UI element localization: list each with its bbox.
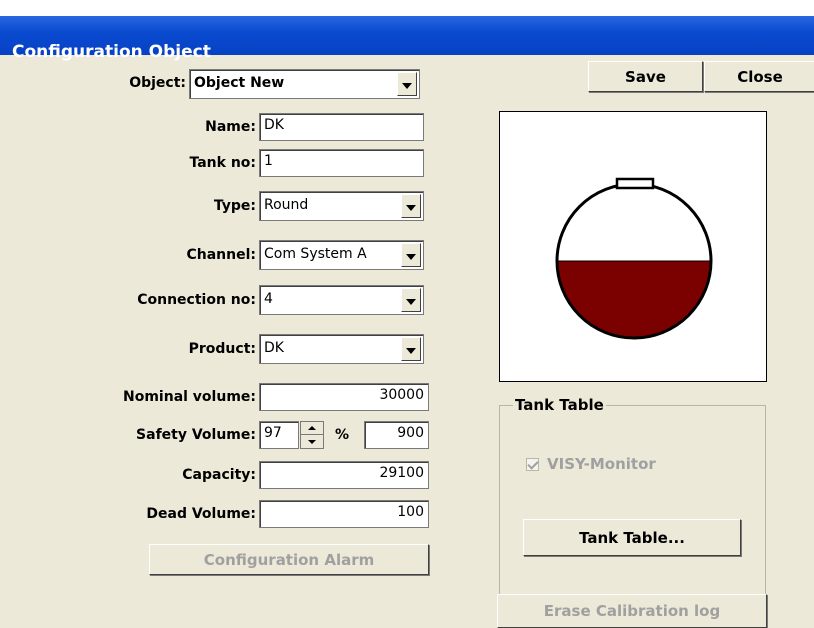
percent-unit-label: %: [334, 427, 350, 443]
erase-calibration-log-button[interactable]: Erase Calibration log: [497, 594, 767, 628]
channel-dropdown-button[interactable]: [401, 243, 421, 267]
name-label: Name:: [205, 119, 256, 135]
object-dropdown-button[interactable]: [397, 72, 417, 96]
tank-liquid: [557, 261, 711, 338]
arrow-up-icon: [308, 426, 316, 430]
visy-monitor-label: VISY-Monitor: [547, 455, 656, 473]
type-label: Type:: [213, 198, 256, 214]
channel-value: Com System A: [264, 246, 367, 262]
chevron-down-icon: [406, 204, 416, 211]
chevron-down-icon: [406, 298, 416, 305]
save-button[interactable]: Save: [588, 61, 703, 92]
safety-volume-input[interactable]: 900: [364, 421, 429, 449]
product-dropdown-button[interactable]: [401, 337, 421, 361]
configuration-alarm-button[interactable]: Configuration Alarm: [149, 544, 429, 575]
tank-preview: [499, 111, 767, 382]
product-value: DK: [264, 340, 284, 356]
object-select[interactable]: Object New: [189, 69, 420, 99]
type-value: Round: [264, 197, 309, 213]
capacity-input[interactable]: 29100: [259, 461, 429, 489]
connection-no-select[interactable]: 4: [259, 285, 424, 315]
window-title: Configuration Object: [12, 42, 211, 62]
type-select[interactable]: Round: [259, 191, 424, 221]
nominal-volume-label: Nominal volume:: [123, 389, 256, 405]
connection-no-value: 4: [264, 291, 273, 307]
spinner-up-button[interactable]: [301, 422, 323, 435]
tank-cap: [615, 177, 655, 190]
channel-label: Channel:: [186, 247, 256, 263]
connection-no-label: Connection no:: [137, 292, 256, 308]
dead-volume-input[interactable]: 100: [259, 500, 429, 528]
safety-volume-percent-input[interactable]: 97: [259, 421, 299, 449]
tank-table-button[interactable]: Tank Table...: [523, 519, 741, 556]
titlebar-band: Configuration Object: [0, 16, 814, 62]
arrow-down-icon: [308, 439, 316, 444]
object-value: Object New: [194, 75, 285, 91]
product-select[interactable]: DK: [259, 334, 424, 364]
nominal-volume-input[interactable]: 30000: [259, 383, 429, 411]
connection-no-dropdown-button[interactable]: [401, 288, 421, 312]
dead-volume-label: Dead Volume:: [146, 506, 256, 522]
object-label: Object:: [129, 75, 186, 91]
tank-no-input[interactable]: 1: [259, 149, 424, 177]
close-button[interactable]: Close: [704, 61, 814, 92]
window-titlebar: Configuration Object: [0, 0, 814, 62]
tank-no-label: Tank no:: [189, 155, 256, 171]
type-dropdown-button[interactable]: [401, 194, 421, 218]
tank-table-group-label: Tank Table: [513, 396, 606, 414]
visy-monitor-checkbox[interactable]: VISY-Monitor: [526, 455, 656, 473]
spinner-down-button[interactable]: [301, 435, 323, 448]
chevron-down-icon: [406, 347, 416, 354]
channel-select[interactable]: Com System A: [259, 240, 424, 270]
tank-table-group: Tank Table VISY-Monitor: [499, 396, 766, 602]
product-label: Product:: [188, 341, 256, 357]
safety-volume-label: Safety Volume:: [136, 427, 256, 443]
tank-graphic: [555, 177, 713, 340]
safety-volume-spinner[interactable]: [300, 421, 324, 449]
name-input[interactable]: DK: [259, 113, 424, 141]
checkbox-checked-icon: [526, 457, 539, 471]
chevron-down-icon: [402, 82, 412, 89]
chevron-down-icon: [406, 253, 416, 260]
capacity-label: Capacity:: [182, 467, 256, 483]
